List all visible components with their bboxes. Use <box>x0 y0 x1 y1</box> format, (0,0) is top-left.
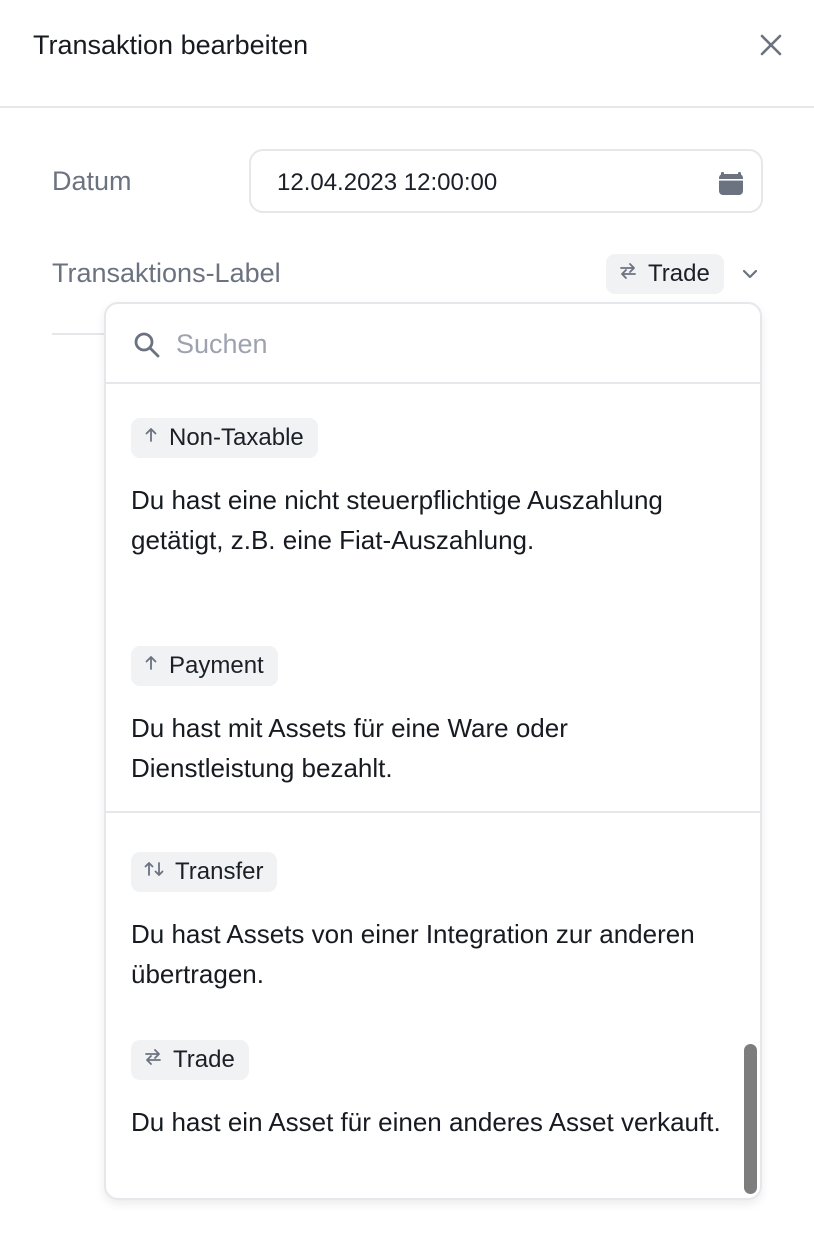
option-payment[interactable]: Payment Du hast mit Assets für eine Ware… <box>106 646 760 786</box>
option-non-taxable[interactable]: Non-Taxable Du hast eine nicht steuerpfl… <box>106 418 760 598</box>
dialog-header: Transaktion bearbeiten <box>0 0 814 108</box>
transaction-label-select[interactable]: Trade <box>606 254 766 294</box>
option-badge: Trade <box>131 1040 249 1080</box>
arrow-up-icon <box>143 424 159 452</box>
selected-label-text: Trade <box>648 260 710 287</box>
group-divider <box>106 811 760 813</box>
date-label: Datum <box>52 166 132 196</box>
transaction-label-label: Transaktions-Label <box>52 258 281 288</box>
swap-arrows-icon <box>143 1046 163 1074</box>
option-label: Payment <box>169 652 264 679</box>
option-trade[interactable]: Trade Du hast ein Asset für einen andere… <box>106 1040 760 1180</box>
option-description: Du hast Assets von einer Integration zur… <box>131 919 695 989</box>
selected-label-badge: Trade <box>606 254 724 294</box>
option-description: Du hast eine nicht steuerpflichtige Ausz… <box>131 485 663 555</box>
dialog-title: Transaktion bearbeiten <box>33 30 309 60</box>
option-label: Non-Taxable <box>169 424 304 451</box>
option-description: Du hast mit Assets für eine Ware oder Di… <box>131 713 568 783</box>
search-input[interactable] <box>176 322 716 366</box>
search-icon <box>132 330 162 365</box>
label-dropdown: Non-Taxable Du hast eine nicht steuerpfl… <box>104 302 762 1200</box>
option-badge: Transfer <box>131 852 278 892</box>
option-label: Trade <box>173 1046 235 1073</box>
close-icon <box>758 32 784 63</box>
swap-arrows-icon <box>618 260 638 288</box>
chevron-down-icon[interactable] <box>740 264 760 289</box>
option-badge: Payment <box>131 646 278 686</box>
option-label: Transfer <box>175 858 264 885</box>
form-divider <box>52 333 112 335</box>
arrow-up-icon <box>143 652 159 680</box>
dropdown-scrollbar[interactable] <box>744 1044 757 1194</box>
close-button[interactable] <box>752 28 790 66</box>
option-badge: Non-Taxable <box>131 418 318 458</box>
transfer-arrows-icon <box>143 858 165 886</box>
calendar-icon[interactable] <box>717 168 745 201</box>
dropdown-search <box>106 304 760 384</box>
date-field[interactable]: 12.04.2023 12:00:00 <box>249 149 763 213</box>
option-transfer[interactable]: Transfer Du hast Assets von einer Integr… <box>106 852 760 992</box>
option-description: Du hast ein Asset für einen anderes Asse… <box>131 1107 721 1137</box>
date-value: 12.04.2023 12:00:00 <box>277 169 498 196</box>
